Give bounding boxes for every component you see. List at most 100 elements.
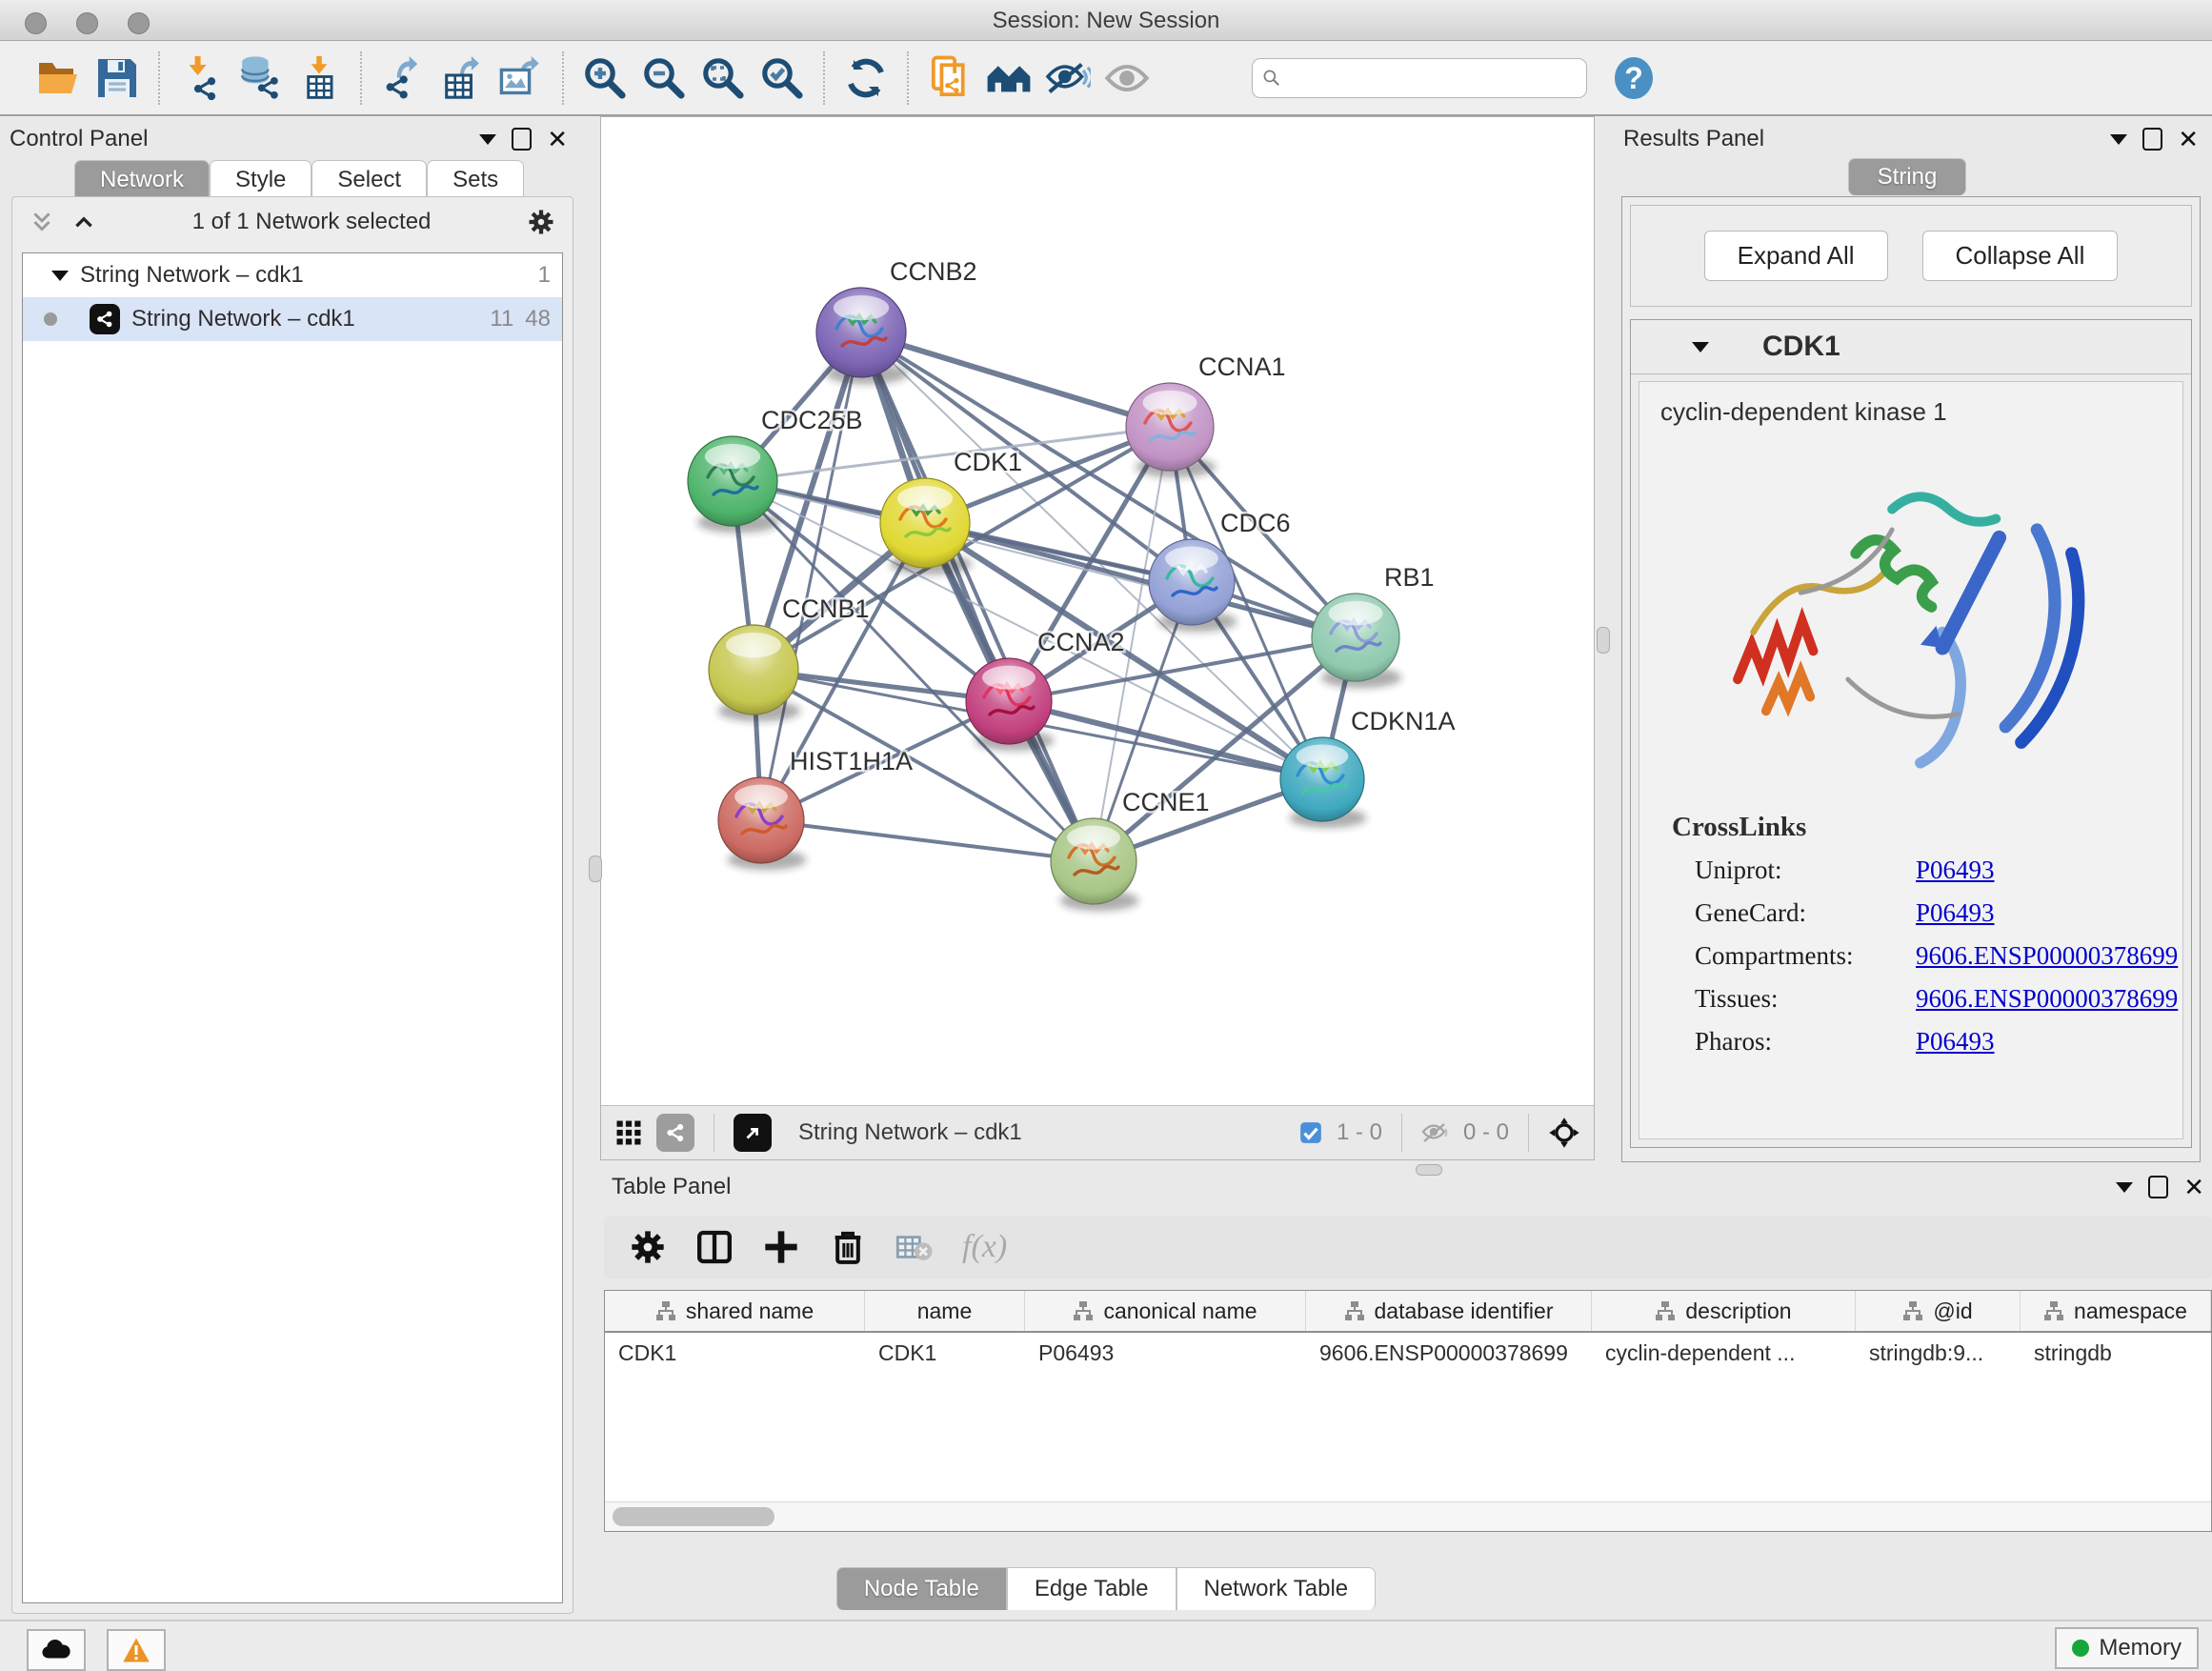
birds-eye-toggle-icon[interactable] bbox=[1548, 1117, 1580, 1149]
show-columns-icon[interactable] bbox=[695, 1228, 734, 1266]
protein-header[interactable]: CDK1 bbox=[1631, 320, 2191, 374]
column-header[interactable]: description bbox=[1592, 1291, 1856, 1331]
grid-view-icon[interactable] bbox=[614, 1118, 643, 1147]
panel-menu-icon[interactable] bbox=[2116, 1182, 2133, 1193]
network-canvas[interactable]: CCNB2CCNA1CDC25BCDK1CDC6RB1CCNB1CCNA2CDK… bbox=[601, 117, 1594, 1105]
network-view[interactable]: CCNB2CCNA1CDC25BCDK1CDC6RB1CCNB1CCNA2CDK… bbox=[600, 116, 1595, 1160]
search-input[interactable] bbox=[1289, 65, 1577, 91]
save-session-button[interactable] bbox=[88, 50, 147, 107]
tab-string[interactable]: String bbox=[1848, 158, 1967, 195]
table-cell[interactable]: CDK1 bbox=[605, 1333, 865, 1373]
tab-edge-table[interactable]: Edge Table bbox=[1007, 1567, 1176, 1610]
import-network-from-database-button[interactable] bbox=[231, 50, 290, 107]
protein-expanded-icon[interactable] bbox=[1692, 342, 1709, 352]
scrollbar-thumb[interactable] bbox=[613, 1507, 774, 1526]
crosslink-link[interactable]: P06493 bbox=[1916, 898, 1995, 928]
close-panel-icon[interactable]: ✕ bbox=[2183, 1175, 2204, 1199]
float-panel-icon[interactable] bbox=[2148, 1176, 2168, 1198]
network-node-CCNA2[interactable] bbox=[966, 658, 1054, 751]
tab-select[interactable]: Select bbox=[312, 160, 427, 199]
table-cell[interactable]: cyclin-dependent ... bbox=[1592, 1333, 1856, 1373]
collapse-all-button[interactable]: Collapse All bbox=[1922, 231, 2119, 281]
float-panel-icon[interactable] bbox=[512, 128, 532, 151]
network-edge[interactable] bbox=[861, 332, 1094, 861]
hide-glass-panel-button[interactable] bbox=[1038, 50, 1097, 107]
cloud-services-button[interactable] bbox=[27, 1629, 86, 1671]
zoom-in-button[interactable] bbox=[575, 50, 634, 107]
network-node-CDC6[interactable] bbox=[1149, 539, 1237, 632]
node-table-body[interactable]: CDK1CDK1P064939606.ENSP00000378699cyclin… bbox=[605, 1333, 2211, 1373]
network-row[interactable]: String Network – cdk1 11 48 bbox=[23, 297, 562, 341]
add-column-icon[interactable] bbox=[762, 1228, 800, 1266]
import-network-button[interactable] bbox=[171, 50, 231, 107]
network-node-CCNA1[interactable] bbox=[1126, 383, 1216, 477]
float-panel-icon[interactable] bbox=[2142, 128, 2162, 151]
table-cell[interactable]: CDK1 bbox=[865, 1333, 1025, 1373]
open-session-button[interactable] bbox=[29, 50, 88, 107]
table-row[interactable]: CDK1CDK1P064939606.ENSP00000378699cyclin… bbox=[605, 1333, 2211, 1373]
network-node-CCNB1[interactable] bbox=[709, 625, 800, 722]
node-table[interactable]: shared namenamecanonical namedatabase id… bbox=[604, 1290, 2212, 1532]
close-panel-icon[interactable]: ✕ bbox=[2178, 127, 2199, 151]
panel-menu-icon[interactable] bbox=[2110, 134, 2127, 145]
table-horizontal-scrollbar[interactable] bbox=[605, 1501, 2211, 1531]
crosslink-link[interactable]: 9606.ENSP00000378699 bbox=[1916, 984, 2178, 1014]
warnings-button[interactable] bbox=[107, 1629, 166, 1671]
network-node-CDKN1A[interactable] bbox=[1280, 737, 1366, 828]
network-node-CCNB2[interactable] bbox=[816, 288, 908, 385]
crosslink-link[interactable]: P06493 bbox=[1916, 1027, 1995, 1057]
table-cell[interactable]: 9606.ENSP00000378699 bbox=[1306, 1333, 1592, 1373]
clone-network-button[interactable] bbox=[920, 50, 979, 107]
column-header[interactable]: namespace bbox=[2021, 1291, 2211, 1331]
show-glass-panel-button[interactable] bbox=[1097, 50, 1156, 107]
tab-node-table[interactable]: Node Table bbox=[836, 1567, 1007, 1610]
column-header[interactable]: shared name bbox=[605, 1291, 865, 1331]
left-splitter-handle[interactable] bbox=[589, 856, 602, 882]
table-cell[interactable]: stringdb:9... bbox=[1856, 1333, 2021, 1373]
crosslink-link[interactable]: P06493 bbox=[1916, 856, 1995, 885]
network-node-CDK1[interactable] bbox=[880, 478, 972, 575]
column-header[interactable]: database identifier bbox=[1306, 1291, 1592, 1331]
network-collection-row[interactable]: String Network – cdk1 1 bbox=[23, 253, 562, 297]
tab-network-table[interactable]: Network Table bbox=[1176, 1567, 1377, 1610]
delete-column-icon[interactable] bbox=[829, 1228, 867, 1266]
string-web-button[interactable] bbox=[979, 50, 1038, 107]
network-node-CCNE1[interactable] bbox=[1051, 818, 1138, 911]
table-cell[interactable]: stringdb bbox=[2021, 1333, 2211, 1373]
tab-style[interactable]: Style bbox=[210, 160, 312, 199]
network-edge[interactable] bbox=[1009, 701, 1322, 779]
help-button[interactable]: ? bbox=[1604, 50, 1663, 107]
network-edge[interactable] bbox=[761, 820, 1094, 861]
export-table-button[interactable] bbox=[432, 50, 492, 107]
selected-checkbox-icon[interactable] bbox=[1298, 1120, 1323, 1145]
tab-sets[interactable]: Sets bbox=[427, 160, 524, 199]
expand-all-networks-icon[interactable] bbox=[30, 210, 54, 234]
zoom-selected-button[interactable] bbox=[753, 50, 812, 107]
table-cell[interactable]: P06493 bbox=[1025, 1333, 1306, 1373]
network-node-HIST1H1A[interactable] bbox=[718, 777, 806, 870]
collapse-all-networks-icon[interactable] bbox=[71, 210, 96, 234]
export-image-button[interactable] bbox=[492, 50, 551, 107]
panel-menu-icon[interactable] bbox=[479, 134, 496, 145]
collection-expanded-icon[interactable] bbox=[51, 271, 69, 281]
zoom-fit-button[interactable] bbox=[694, 50, 753, 107]
crosslink-link[interactable]: 9606.ENSP00000378699 bbox=[1916, 941, 2178, 971]
close-panel-icon[interactable]: ✕ bbox=[547, 127, 568, 151]
network-node-RB1[interactable] bbox=[1312, 594, 1401, 688]
zoom-out-button[interactable] bbox=[634, 50, 694, 107]
network-node-CDC25B[interactable] bbox=[688, 436, 779, 534]
column-header[interactable]: @id bbox=[1856, 1291, 2021, 1331]
column-header[interactable]: canonical name bbox=[1025, 1291, 1306, 1331]
memory-button[interactable]: Memory bbox=[2055, 1627, 2199, 1669]
import-table-button[interactable] bbox=[290, 50, 349, 107]
export-network-button[interactable] bbox=[373, 50, 432, 107]
node-table-header[interactable]: shared namenamecanonical namedatabase id… bbox=[605, 1291, 2211, 1333]
detach-view-button[interactable] bbox=[734, 1114, 772, 1152]
column-header[interactable]: name bbox=[865, 1291, 1025, 1331]
tab-network[interactable]: Network bbox=[74, 160, 210, 199]
expand-all-button[interactable]: Expand All bbox=[1704, 231, 1888, 281]
apply-layout-button[interactable] bbox=[836, 50, 895, 107]
network-edge[interactable] bbox=[861, 332, 1170, 427]
toolbar-search[interactable] bbox=[1252, 58, 1587, 98]
table-options-gear-icon[interactable] bbox=[629, 1228, 667, 1266]
